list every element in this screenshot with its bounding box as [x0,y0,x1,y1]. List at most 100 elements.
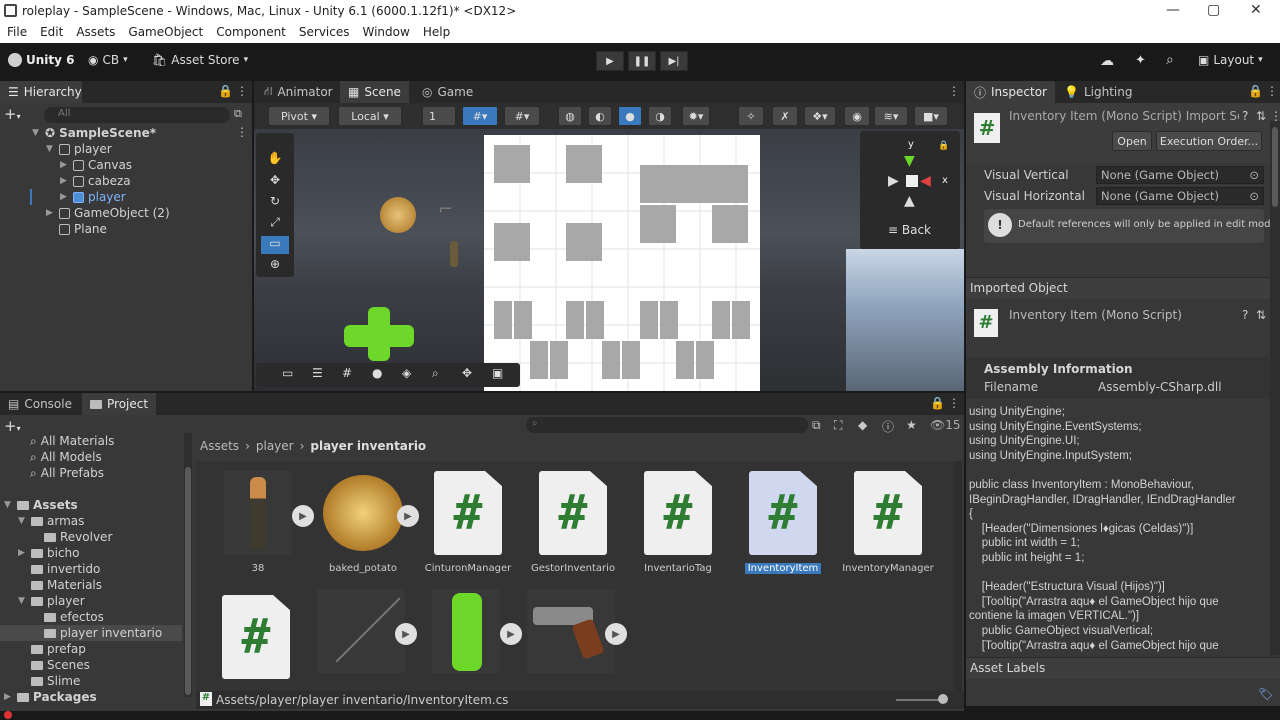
grid-snap-input[interactable]: 1 [422,106,456,126]
expand-arrow-icon[interactable]: ▶ [397,505,419,527]
menu-services[interactable]: Services [292,23,356,43]
tree-item-samplescene[interactable]: ▼ ✪ SampleScene* [32,125,156,141]
folder-bicho[interactable]: ▶ bicho [18,545,80,561]
unlit-button[interactable]: ◑ [648,106,672,126]
scrollbar-thumb[interactable] [185,467,191,695]
camera-icon[interactable]: ▣ [492,366,503,380]
layers-icon[interactable]: ◈ [402,366,411,380]
visual-horizontal-field[interactable]: None (Game Object) ⊙ [1096,187,1264,205]
search-by-type-icon[interactable]: ⧉ [812,418,821,433]
folder-packages[interactable]: ▶ Packages [4,689,97,705]
folder-scenes[interactable]: Scenes [31,657,90,673]
scale-tool-icon[interactable]: ⤢ [261,215,289,233]
play-button[interactable]: ▶ [596,51,624,71]
visibility-button[interactable]: ◉ [844,106,870,126]
minimize-icon[interactable]: — [1166,2,1180,18]
help-icon[interactable]: ? [1242,308,1248,322]
more-options-icon[interactable]: ⋮ [236,84,248,98]
hand-tool-icon[interactable]: ✋ [261,151,289,169]
lock-icon[interactable]: 🔒 [218,84,233,98]
sphere-icon[interactable]: ● [372,366,382,380]
step-button[interactable]: ▶| [660,51,688,71]
layers-button[interactable]: ≋▾ [874,106,908,126]
folder-prefap[interactable]: prefap [31,641,86,657]
tree-item-canvas[interactable]: ▶ Canvas [60,157,132,173]
camera-button[interactable]: ■▾ [914,106,948,126]
asset-item-slime[interactable]: ▶ [416,589,522,673]
object-picker-icon[interactable]: ⊙ [1249,168,1259,182]
open-button[interactable]: Open [1112,131,1152,151]
favorite-all-prefabs[interactable]: ⌕ All Prefabs [30,465,104,481]
more-options-icon[interactable]: ⋮ [948,396,960,410]
asset-item-38[interactable]: 38 ▶ [208,471,314,574]
pause-button[interactable]: ❚❚ [628,51,656,71]
settings-icon[interactable]: ⇅ [1256,109,1266,123]
debug-draw-button[interactable]: ✹▾ [682,106,710,126]
execution-order-button[interactable]: Execution Order... [1156,131,1262,151]
label-filter-icon[interactable]: ◆ [858,418,867,432]
grid-toggle-button[interactable]: # ▾ [462,106,498,126]
zoom-slider-handle[interactable] [938,694,948,704]
tree-item-plane[interactable]: Plane [46,221,107,237]
asset-item-inventariotag[interactable]: # InventarioTag [628,471,728,574]
move-icon[interactable]: ✥ [462,366,472,380]
hierarchy-search-input[interactable]: All [44,107,230,123]
asset-item-revolver[interactable]: ▶ [521,589,627,673]
folder-invertido[interactable]: invertido [31,561,100,577]
folder-assets[interactable]: ▼ Assets [4,497,78,513]
menu-component[interactable]: Component [209,23,292,43]
cloud-icon[interactable]: ☁ [1100,53,1114,69]
asset-store-dropdown[interactable]: 🛍 Asset Store ▾ [152,53,248,67]
asset-item-baked-potato[interactable]: baked_potato ▶ [313,471,419,574]
tree-scrollbar[interactable] [184,433,192,697]
folder-player-inventario[interactable]: player inventario [44,625,162,641]
expand-arrow-icon[interactable]: ▶ [500,623,522,645]
unity-account-button[interactable]: Unity 6 [8,53,75,67]
visual-vertical-field[interactable]: None (Game Object) ⊙ [1096,166,1264,184]
shaded-wireframe-button[interactable]: ◐ [588,106,612,126]
scrollbar-thumb[interactable] [1272,127,1278,207]
help-icon[interactable]: ? [1242,109,1248,123]
favorite-all-models[interactable]: ⌕ All Models [30,449,102,465]
lighting-toggle-button[interactable]: ✧ [738,106,764,126]
tab-scene[interactable]: ▦ Scene [340,81,409,103]
asset-item-gestorinventario[interactable]: # GestorInventario [523,471,623,574]
wireframe-shading-button[interactable]: ◍ [558,106,582,126]
tree-item-cabeza[interactable]: ▶ cabeza [60,173,131,189]
snap-button[interactable]: # ▾ [504,106,540,126]
label-tag-icon[interactable]: 🏷 [1258,687,1273,701]
align-icon[interactable]: ☰ [312,366,323,380]
error-icon[interactable] [4,711,12,719]
rotate-tool-icon[interactable]: ↻ [261,194,289,212]
effects-button[interactable]: ❖▾ [804,106,836,126]
breadcrumb-item[interactable]: player inventario [310,439,426,453]
tab-project[interactable]: Project [82,393,157,415]
move-tool-icon[interactable]: ✥ [261,173,289,191]
audio-toggle-button[interactable]: ✗ [772,106,798,126]
more-options-icon[interactable]: ⋮ [1266,84,1278,98]
lock-icon[interactable]: 🔒 [930,396,945,410]
add-button[interactable]: +▾ [4,105,21,123]
tab-console[interactable]: ▤ Console [0,393,80,415]
asset-item-script[interactable]: # [206,595,306,679]
search-icon[interactable]: ⌕ [1166,52,1174,68]
scene-viewport[interactable]: ⌐ ✋ ✥ ↻ ⤢ ▭ ⊕ ▭ ☰ # ● ◈ ⌕ ✥ ▣ y ▼ ▶ ◀ x … [254,129,964,391]
close-icon[interactable]: ✕ [1250,2,1262,18]
rect-tool-icon[interactable]: ▭ [261,236,289,254]
folder-slime[interactable]: Slime [31,673,80,689]
asset-item-cinturonmanager[interactable]: # CinturonManager [418,471,518,574]
project-search-input[interactable]: ⌕ [526,417,808,433]
magnify-icon[interactable]: ⌕ [432,366,439,381]
menu-gameobject[interactable]: GameObject [121,23,209,43]
account-dropdown[interactable]: ◉ CB ▾ [88,53,128,67]
gizmo-lock-icon[interactable]: 🔒 [938,141,949,151]
folder-efectos[interactable]: efectos [44,609,104,625]
folder-materials[interactable]: Materials [31,577,102,593]
tab-inspector[interactable]: ⓘ Inspector [966,81,1055,103]
inspector-scrollbar[interactable] [1270,121,1280,655]
search-filter-icon[interactable]: ⧉ [234,107,242,121]
scene-options-icon[interactable]: ⋮ [236,125,248,139]
asset-item-inventorymanager[interactable]: # InventoryManager [838,471,938,574]
tree-item-gameobject-2[interactable]: ▶ GameObject (2) [46,205,170,221]
scene-options-icon[interactable]: ⋮ [948,84,960,98]
